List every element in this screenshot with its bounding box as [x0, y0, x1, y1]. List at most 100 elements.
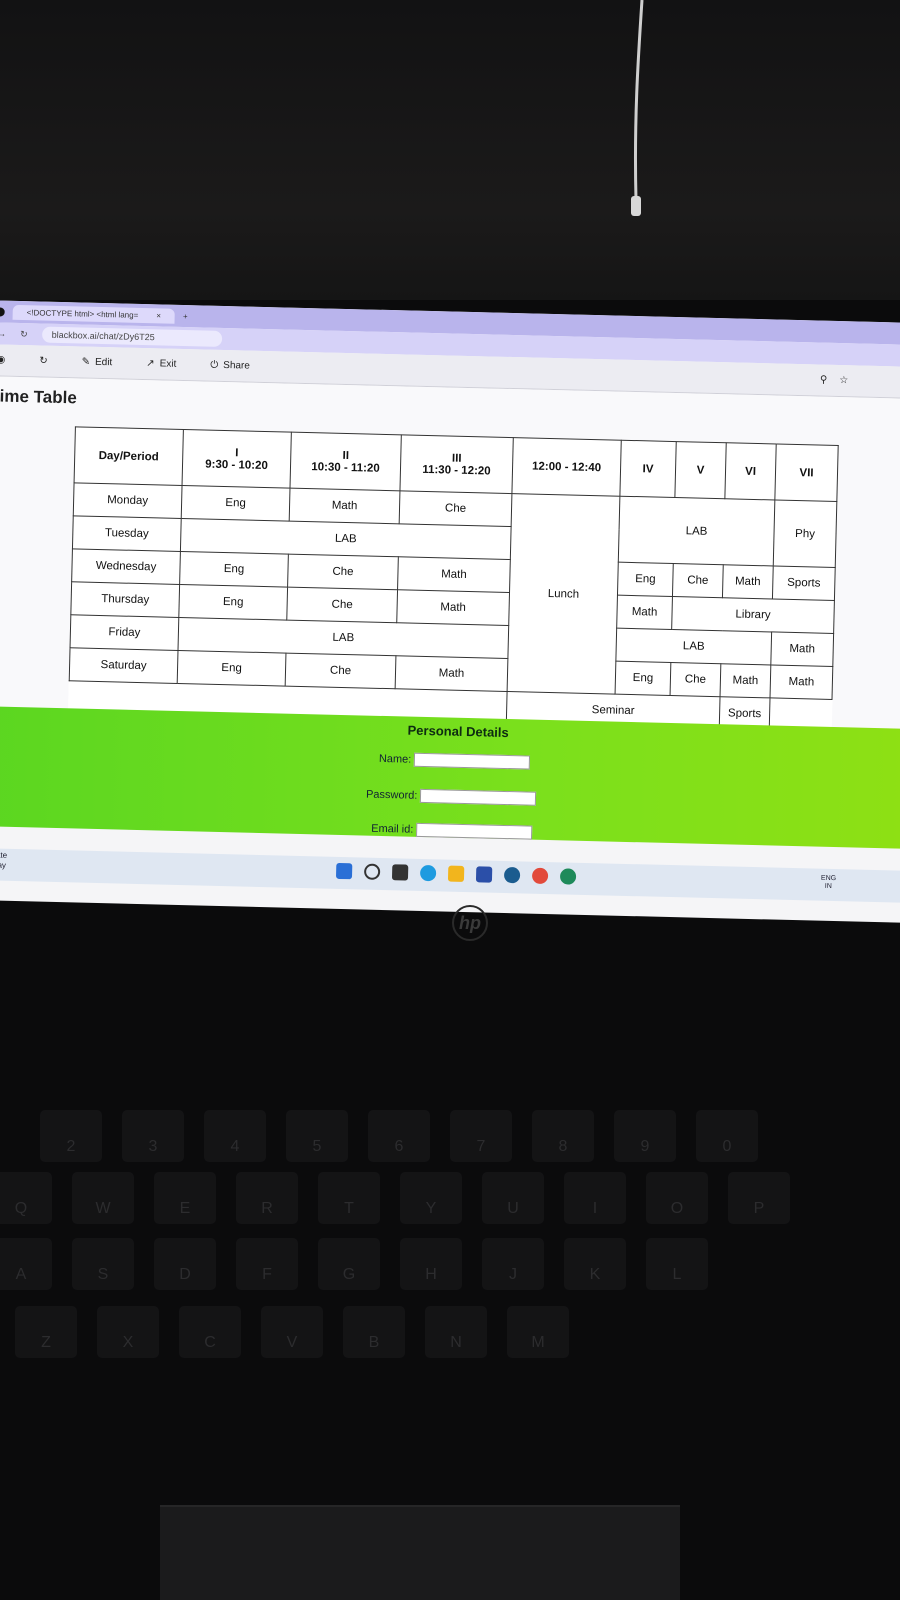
key-j[interactable]: J — [482, 1238, 544, 1290]
reload-icon[interactable]: ↻ — [20, 328, 28, 339]
subject-cell: Eng — [177, 650, 286, 687]
period-3-time: 11:30 - 12:20 — [422, 463, 491, 478]
key-c[interactable]: C — [179, 1306, 241, 1358]
subject-cell: Math — [722, 564, 774, 599]
share-button[interactable]: ⏻ Share — [210, 360, 250, 372]
subject-cell: Sports — [772, 565, 836, 601]
task-view-icon[interactable] — [391, 864, 409, 881]
edit-button[interactable]: ✎ Edit — [82, 357, 113, 369]
trackpad — [160, 1505, 680, 1600]
messenger-icon[interactable] — [503, 866, 521, 884]
zoom-icon[interactable]: ⚲ — [820, 375, 828, 386]
language-indicator: ENG — [820, 874, 837, 883]
password-label: Password: — [365, 788, 418, 802]
header-lunch-time: 12:00 - 12:40 — [511, 437, 622, 497]
lunch-cell: Lunch — [507, 493, 620, 695]
new-tab-icon[interactable]: + — [183, 311, 188, 320]
key-s[interactable]: S — [72, 1238, 134, 1290]
bookmark-star-icon[interactable]: ☆ — [839, 375, 848, 386]
key-g[interactable]: G — [318, 1238, 380, 1290]
key-o[interactable]: O — [646, 1172, 708, 1224]
email-input[interactable] — [416, 822, 533, 840]
tab-close-icon[interactable]: × — [156, 311, 161, 320]
header-period-2: II 10:30 - 11:20 — [289, 432, 402, 491]
key-3[interactable]: 3 — [122, 1110, 184, 1162]
key-n[interactable]: N — [425, 1306, 487, 1358]
key-6[interactable]: 6 — [368, 1110, 430, 1162]
exit-label: Exit — [159, 358, 177, 370]
key-0[interactable]: 0 — [696, 1110, 758, 1162]
subject-cell: Eng — [178, 584, 288, 621]
preview-eye-icon[interactable]: ◉ — [0, 354, 5, 365]
email-field: Email id: — [371, 822, 533, 840]
email-label: Email id: — [371, 822, 414, 836]
key-l[interactable]: L — [646, 1238, 708, 1290]
forward-icon[interactable]: → — [0, 328, 6, 338]
browser-tab[interactable]: <!DOCTYPE html> <html lang= × — [12, 304, 176, 324]
subject-cell: Eng — [617, 562, 674, 597]
header-day-period: Day/Period — [74, 426, 184, 486]
personal-details-title: Personal Details — [407, 722, 509, 741]
key-i[interactable]: I — [564, 1172, 626, 1224]
day-cell: Friday — [70, 614, 179, 651]
key-u[interactable]: U — [482, 1172, 544, 1224]
store-icon[interactable] — [475, 866, 493, 883]
key-5[interactable]: 5 — [286, 1110, 348, 1162]
key-b[interactable]: B — [343, 1306, 405, 1358]
edge-browser-icon[interactable] — [419, 864, 437, 882]
system-tray[interactable]: ENG IN — [820, 874, 837, 891]
subject-cell: Math — [396, 589, 510, 626]
taskbar: derate onday ENG IN — [0, 847, 900, 903]
whatsapp-icon[interactable] — [559, 868, 577, 885]
key-z[interactable]: Z — [15, 1306, 77, 1358]
address-bar[interactable]: blackbox.ai/chat/zDy6T25 — [41, 326, 222, 347]
library-cell: Library — [671, 596, 835, 634]
weather-widget[interactable]: derate onday — [0, 850, 7, 871]
password-input[interactable] — [420, 788, 537, 806]
key-2[interactable]: 2 — [40, 1110, 102, 1162]
name-field: Name: — [379, 752, 531, 770]
region-indicator: IN — [824, 882, 832, 890]
period-2-time: 10:30 - 11:20 — [311, 460, 380, 475]
period-1-time: 9:30 - 10:20 — [205, 458, 269, 472]
exit-button[interactable]: ↗ Exit — [146, 358, 176, 370]
laptop-screen: <!DOCTYPE html> <html lang= × + → ↻ blac… — [0, 300, 900, 923]
key-a[interactable]: A — [0, 1238, 52, 1290]
key-t[interactable]: T — [318, 1172, 380, 1224]
key-m[interactable]: M — [507, 1306, 569, 1358]
refresh-icon[interactable]: ↻ — [39, 355, 48, 366]
file-explorer-icon[interactable] — [447, 865, 465, 882]
windows-start-icon[interactable] — [335, 862, 353, 880]
key-k[interactable]: K — [564, 1238, 626, 1290]
exit-arrow-icon: ↗ — [146, 358, 155, 370]
subject-cell: Che — [670, 662, 721, 697]
key-x[interactable]: X — [97, 1306, 159, 1358]
toolbar-right: ⚲ ☆ — [820, 375, 849, 387]
key-f[interactable]: F — [236, 1238, 298, 1290]
page-content: ime Table Day/Period I 9:30 - 10:20 II 1… — [0, 375, 900, 849]
key-4[interactable]: 4 — [204, 1110, 266, 1162]
chrome-icon[interactable] — [531, 867, 549, 885]
key-d[interactable]: D — [154, 1238, 216, 1290]
subject-cell: Math — [616, 595, 673, 630]
key-9[interactable]: 9 — [614, 1110, 676, 1162]
key-w[interactable]: W — [72, 1172, 134, 1224]
key-h[interactable]: H — [400, 1238, 462, 1290]
key-v[interactable]: V — [261, 1306, 323, 1358]
subject-cell: Math — [289, 488, 400, 524]
search-icon[interactable] — [363, 863, 381, 880]
subject-cell: Che — [286, 587, 398, 623]
key-e[interactable]: E — [154, 1172, 216, 1224]
subject-cell: Eng — [181, 485, 290, 522]
key-y[interactable]: Y — [400, 1172, 462, 1224]
window-dot — [0, 306, 5, 317]
key-r[interactable]: R — [236, 1172, 298, 1224]
subject-cell: Che — [287, 554, 399, 590]
key-8[interactable]: 8 — [532, 1110, 594, 1162]
share-label: Share — [223, 359, 251, 372]
key-7[interactable]: 7 — [450, 1110, 512, 1162]
name-input[interactable] — [414, 752, 531, 770]
subject-cell: Math — [770, 664, 833, 700]
key-p[interactable]: P — [728, 1172, 790, 1224]
key-q[interactable]: Q — [0, 1172, 52, 1224]
